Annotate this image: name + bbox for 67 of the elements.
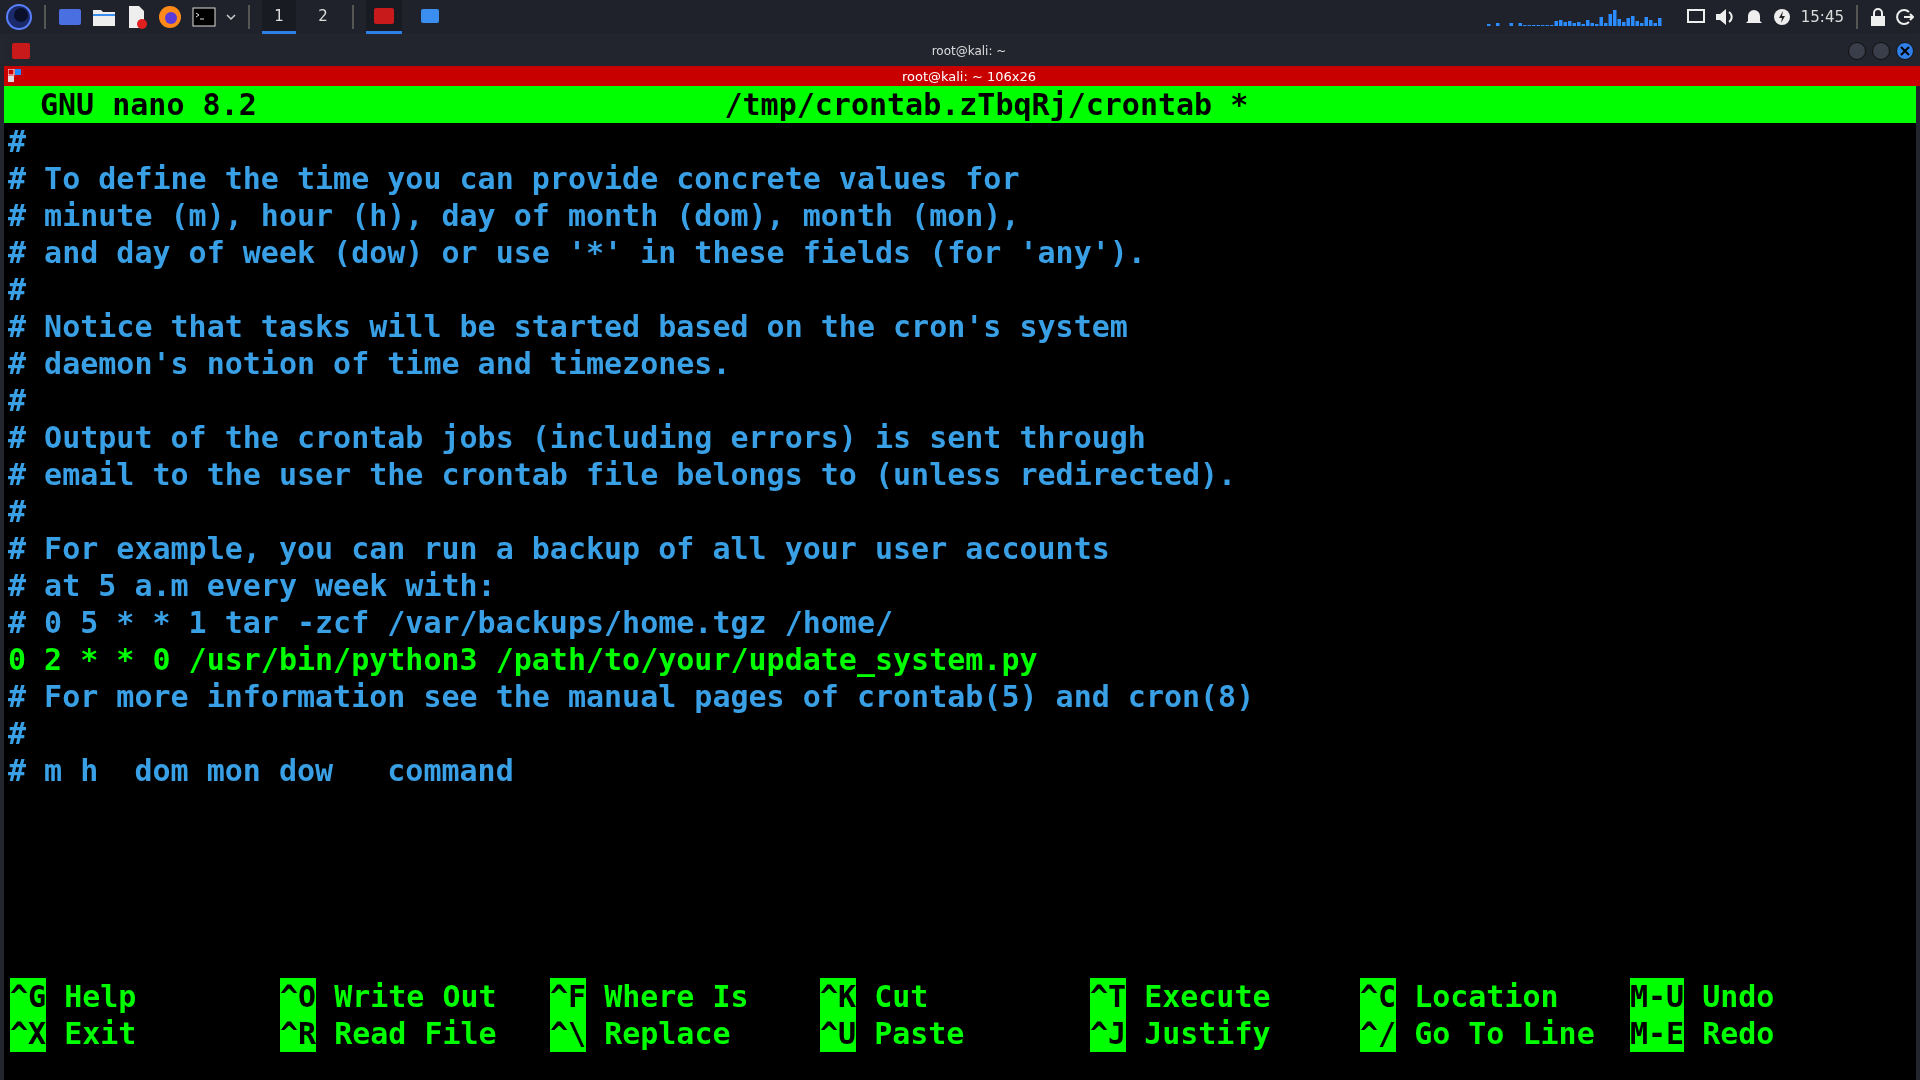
shortcut-label: Cut: [874, 979, 929, 1014]
network-icon[interactable]: [1686, 9, 1705, 25]
text-line: # Output of the crontab jobs (including errors) is sent through: [8, 419, 1147, 456]
bell-icon[interactable]: [1744, 8, 1763, 26]
shortcut-label: Read File: [334, 1016, 497, 1051]
shortcut-key: M-E: [1630, 1015, 1685, 1052]
shortcut-label: Help: [64, 979, 137, 1014]
shortcut-key: ^F: [550, 978, 587, 1015]
shortcut-label: Where Is: [604, 979, 749, 1014]
workspace-tab[interactable]: 1: [262, 0, 296, 34]
desktop-icon[interactable]: [58, 7, 82, 27]
shortcut-label: Write Out: [334, 979, 497, 1014]
shortcut-key: ^U: [820, 1015, 857, 1052]
text-line: # email to the user the crontab file belongs to (unless redirected).: [8, 456, 1238, 493]
text-editor-icon[interactable]: [126, 5, 148, 29]
tiles-icon[interactable]: [8, 69, 22, 83]
text-line: #: [8, 715, 28, 752]
close-icon: [1899, 45, 1911, 57]
shortcut-label: Paste: [874, 1016, 965, 1051]
shortcut-label: Justify: [1144, 1016, 1271, 1051]
nano-version: GNU nano 8.2: [40, 87, 257, 122]
text-line: # 0 5 * * 1 tar -zcf /var/backups/home.tgz /home/: [8, 604, 894, 641]
clock[interactable]: 15:45: [1800, 8, 1844, 26]
text-line: # To define the time you can provide concrete values for: [8, 160, 1021, 197]
workspace-tab[interactable]: 2: [306, 0, 340, 34]
shortcut-label: Replace: [604, 1016, 731, 1051]
shortcut-label: Location: [1414, 979, 1559, 1014]
shortcut-label: Undo: [1702, 979, 1775, 1014]
shortcut-key: ^R: [280, 1015, 317, 1052]
text-line: # m h dom mon dow command: [8, 752, 515, 789]
text-line: #: [8, 382, 28, 419]
shortcut-key: M-U: [1630, 978, 1685, 1015]
shortcut-label: Redo: [1702, 1016, 1775, 1051]
text-line: # at 5 a.m every week with:: [8, 567, 497, 604]
volume-icon[interactable]: [1714, 8, 1735, 26]
text-line: # and day of week (dow) or use '*' in these fields (for 'any').: [8, 234, 1147, 271]
app-menu-icon[interactable]: [6, 4, 32, 30]
shortcut-label: Execute: [1144, 979, 1271, 1014]
text-line: # For more information see the manual pages of crontab(5) and cron(8): [8, 678, 1256, 715]
window-title: root@kali: ~: [930, 44, 1007, 58]
text-line: 0 2 * * 0 /usr/bin/python3 /path/to/your/update_system.py: [8, 641, 1039, 678]
text-line: # Notice that tasks will be started based on the cron's system: [8, 308, 1129, 345]
shortcut-key: ^O: [280, 978, 317, 1015]
shortcut-key: ^G: [10, 978, 47, 1015]
shortcut-key: ^K: [820, 978, 857, 1015]
shortcut-key: ^\: [550, 1015, 587, 1052]
lock-icon[interactable]: [1870, 8, 1886, 26]
terminal-task-button[interactable]: [366, 0, 402, 34]
shortcut-key: ^X: [10, 1015, 47, 1052]
shortcut-key: ^J: [1090, 1015, 1127, 1052]
text-line: # daemon's notion of time and timezones.: [8, 345, 732, 382]
shortcut-label: Exit: [64, 1016, 137, 1051]
shortcut-key: ^T: [1090, 978, 1127, 1015]
shortcut-key: ^C: [1360, 978, 1397, 1015]
shortcut-key: ^/: [1360, 1015, 1397, 1052]
file-name: /tmp/crontab.zTbqRj/crontab *: [724, 87, 1250, 122]
terminal-title: root@kali: ~ 106x26: [901, 68, 1037, 84]
text-line: #: [8, 271, 28, 308]
caret-icon[interactable]: [226, 13, 236, 21]
text-line: #: [8, 123, 28, 160]
text-line: # For example, you can run a backup of all your user accounts: [8, 530, 1111, 567]
text-line: # minute (m), hour (h), day of month (dom), month (mon),: [8, 197, 1021, 234]
logout-icon[interactable]: [1896, 8, 1914, 26]
shortcut-label: Go To Line: [1414, 1016, 1595, 1051]
power-icon[interactable]: [1772, 8, 1791, 26]
close-button[interactable]: [1896, 42, 1914, 60]
text-line: #: [8, 493, 28, 530]
